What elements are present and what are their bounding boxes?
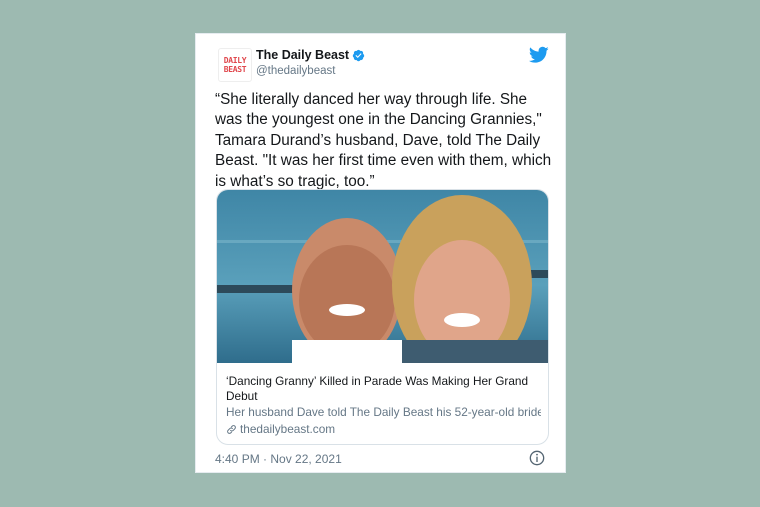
avatar-logo-bottom: BEAST xyxy=(223,65,247,74)
info-icon[interactable] xyxy=(529,450,545,466)
card-domain[interactable]: thedailybeast.com xyxy=(226,422,335,436)
tweet-header: DAILY BEAST The Daily Beast @thedailybea… xyxy=(218,46,549,82)
avatar[interactable]: DAILY BEAST xyxy=(218,48,252,82)
card-image[interactable] xyxy=(217,190,548,363)
author-handle[interactable]: @thedailybeast xyxy=(256,65,335,77)
tweet-card[interactable]: DAILY BEAST The Daily Beast @thedailybea… xyxy=(195,33,566,473)
tweet-timestamp[interactable]: 4:40 PM · Nov 22, 2021 xyxy=(215,452,342,466)
card-description: Her husband Dave told The Daily Beast hi… xyxy=(226,405,541,419)
card-domain-text[interactable]: thedailybeast.com xyxy=(240,422,335,436)
link-icon xyxy=(227,424,236,434)
twitter-bird-icon[interactable] xyxy=(529,46,549,64)
avatar-logo-top: DAILY xyxy=(223,56,247,65)
author-name-row: The Daily Beast xyxy=(256,48,365,62)
author-name[interactable]: The Daily Beast xyxy=(256,48,349,62)
tweet-text: “She literally danced her way through li… xyxy=(215,90,555,192)
tweet-body: “She literally danced her way through li… xyxy=(215,91,552,190)
verified-badge-icon xyxy=(352,49,365,61)
card-title[interactable]: ‘Dancing Granny’ Killed in Parade Was Ma… xyxy=(226,374,536,404)
link-preview-card[interactable]: ‘Dancing Granny’ Killed in Parade Was Ma… xyxy=(216,189,549,445)
